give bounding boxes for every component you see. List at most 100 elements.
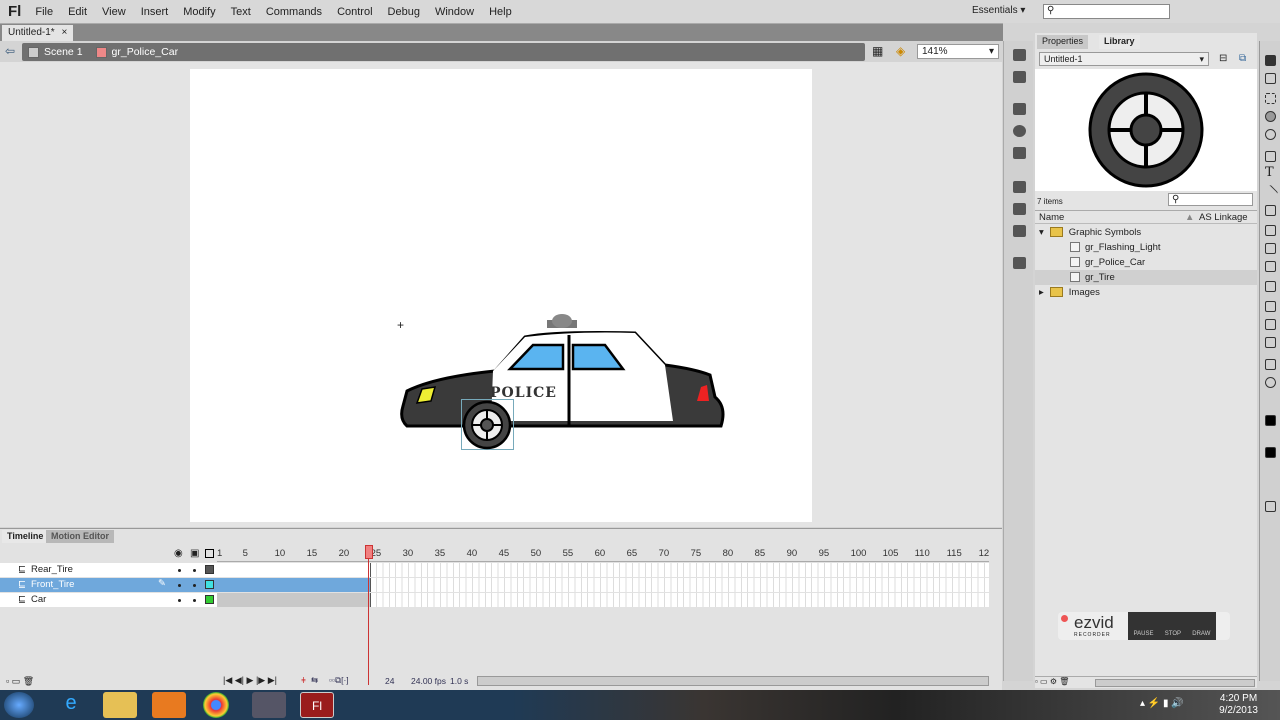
outline-color-swatch[interactable] — [205, 565, 214, 574]
frame-span[interactable] — [217, 563, 371, 577]
selection-tool-icon[interactable] — [1265, 55, 1276, 66]
edit-scene-icon[interactable]: ▦ — [872, 44, 883, 58]
layer-row[interactable]: ⊑ Front_Tire ✎ — [0, 578, 217, 592]
layer-name[interactable]: Rear_Tire — [31, 564, 73, 575]
layer-frames[interactable] — [217, 593, 989, 607]
3d-rotation-tool-icon[interactable] — [1265, 111, 1276, 122]
zoom-tool-icon[interactable] — [1265, 377, 1276, 388]
line-tool-icon[interactable] — [1262, 184, 1279, 201]
column-name[interactable]: Name — [1039, 212, 1064, 223]
visibility-toggle[interactable] — [178, 584, 181, 587]
expand-right-icon[interactable]: ▸ — [1039, 287, 1044, 298]
help-search-input[interactable]: ⚲ — [1043, 4, 1170, 19]
outline-color-swatch[interactable] — [205, 580, 214, 589]
layer-name[interactable]: Car — [31, 594, 46, 605]
new-library-panel-icon[interactable]: ⧉ — [1239, 53, 1246, 64]
library-folder-images[interactable]: ▸ Images — [1035, 285, 1257, 300]
menu-control[interactable]: Control — [337, 6, 372, 18]
transform-icon[interactable] — [1013, 147, 1026, 159]
frame-span[interactable] — [217, 578, 371, 592]
lock-toggle[interactable] — [193, 584, 196, 587]
zoom-select[interactable]: 141% ▾ — [917, 44, 999, 59]
flash-taskbar-icon[interactable]: Fl — [300, 692, 334, 718]
delete-layer-icon[interactable]: 🗑 — [23, 676, 34, 686]
file-explorer-icon[interactable] — [103, 692, 137, 718]
menu-modify[interactable]: Modify — [183, 6, 215, 18]
frame-span[interactable] — [217, 593, 371, 607]
library-item[interactable]: gr_Police_Car — [1035, 255, 1257, 270]
expand-down-icon[interactable]: ▾ — [1039, 227, 1044, 238]
menu-window[interactable]: Window — [435, 6, 474, 18]
visibility-toggle[interactable] — [178, 599, 181, 602]
lock-toggle[interactable] — [193, 569, 196, 572]
document-tab[interactable]: Untitled-1* × — [2, 25, 74, 42]
output-icon[interactable] — [1013, 257, 1026, 269]
library-search-input[interactable]: ⚲ — [1168, 193, 1253, 206]
tab-timeline[interactable]: Timeline — [2, 530, 49, 543]
lock-toggle[interactable] — [193, 599, 196, 602]
loop-icon[interactable]: ⇆ — [311, 675, 318, 686]
breadcrumb-symbol[interactable]: gr_Police_Car — [112, 46, 179, 58]
current-frame[interactable]: 24 — [385, 676, 394, 686]
fill-color-swatch[interactable] — [1265, 447, 1276, 458]
tray-icons[interactable]: ▴ ⚡ ▮ 🔊 — [1140, 698, 1184, 709]
eye-icon[interactable]: ◉ — [174, 548, 183, 559]
bone-tool-icon[interactable] — [1265, 281, 1276, 292]
stage[interactable]: + POLICE — [190, 69, 812, 522]
menu-debug[interactable]: Debug — [388, 6, 420, 18]
media-player-icon[interactable] — [152, 692, 186, 718]
library-folder-graphic-symbols[interactable]: ▾ Graphic Symbols — [1035, 225, 1257, 240]
stop-button[interactable]: STOP — [1165, 631, 1181, 637]
frame-rate[interactable]: 24.00 fps — [411, 676, 446, 686]
sort-icon[interactable]: ▲ — [1185, 212, 1194, 223]
edit-symbols-icon[interactable]: ◈ — [896, 44, 905, 58]
chrome-icon[interactable] — [203, 692, 229, 718]
system-clock[interactable]: 4:20 PM 9/2/2013 — [1219, 693, 1258, 717]
new-symbol-icon[interactable]: ▫ ▭ ⚙ 🗑 — [1035, 677, 1069, 686]
playhead[interactable] — [365, 545, 373, 559]
webcam-app-icon[interactable] — [252, 692, 286, 718]
subselection-tool-icon[interactable] — [1265, 73, 1276, 84]
rectangle-tool-icon[interactable] — [1265, 205, 1276, 216]
menu-file[interactable]: File — [35, 6, 53, 18]
align-icon[interactable] — [1013, 103, 1026, 115]
police-car-graphic[interactable]: POLICE — [395, 309, 735, 459]
snap-to-objects-icon[interactable] — [1265, 501, 1276, 512]
tab-properties[interactable]: Properties — [1037, 35, 1089, 49]
lock-icon[interactable]: ▣ — [190, 548, 199, 559]
library-item[interactable]: gr_Flashing_Light — [1035, 240, 1257, 255]
stroke-color-swatch[interactable] — [1265, 415, 1276, 426]
layer-row[interactable]: ⊑ Car — [0, 593, 217, 607]
text-tool-icon[interactable]: T — [1265, 165, 1274, 180]
internet-explorer-icon[interactable]: e — [54, 692, 88, 718]
frame-ruler[interactable]: 1 5 10 15 20 25 30 35 40 45 50 55 60 65 70 75 80 85 90 95 10… — [217, 545, 989, 562]
free-transform-tool-icon[interactable] — [1265, 93, 1276, 104]
center-frame-icon[interactable]: ǂ — [301, 675, 306, 685]
pause-button[interactable]: PAUSE — [1134, 631, 1154, 637]
front-tire-instance[interactable] — [462, 400, 514, 450]
components-icon[interactable] — [1013, 203, 1026, 215]
info-icon[interactable] — [1013, 125, 1026, 137]
history-icon[interactable] — [1013, 181, 1026, 193]
pin-library-icon[interactable]: ⊟ — [1219, 53, 1227, 64]
outline-icon[interactable] — [205, 549, 214, 558]
library-item-selected[interactable]: gr_Tire — [1035, 270, 1257, 285]
layer-name[interactable]: Front_Tire — [31, 579, 74, 590]
menu-text[interactable]: Text — [231, 6, 251, 18]
close-icon[interactable]: × — [61, 27, 67, 38]
column-as-linkage[interactable]: AS Linkage — [1199, 212, 1248, 223]
layer-row[interactable]: ⊑ Rear_Tire — [0, 563, 217, 577]
outline-color-swatch[interactable] — [205, 595, 214, 604]
playback-controls[interactable]: |◀ ◀| ▶ |▶ ▶| — [223, 675, 277, 686]
breadcrumb-scene[interactable]: Scene 1 — [44, 46, 83, 58]
onion-skin-icons[interactable]: ▫▫⧉[·] — [329, 675, 349, 686]
eraser-tool-icon[interactable] — [1265, 337, 1276, 348]
layer-frames[interactable] — [217, 563, 989, 577]
paint-bucket-tool-icon[interactable] — [1265, 301, 1276, 312]
workspace-switcher[interactable]: Essentials ▾ — [972, 5, 1025, 16]
start-button[interactable] — [4, 692, 34, 718]
library-document-select[interactable]: Untitled-1 ▾ — [1039, 52, 1209, 66]
deco-tool-icon[interactable] — [1265, 261, 1276, 272]
horizontal-scrollbar[interactable] — [1095, 679, 1255, 687]
timeline-horizontal-scrollbar[interactable] — [477, 676, 989, 686]
